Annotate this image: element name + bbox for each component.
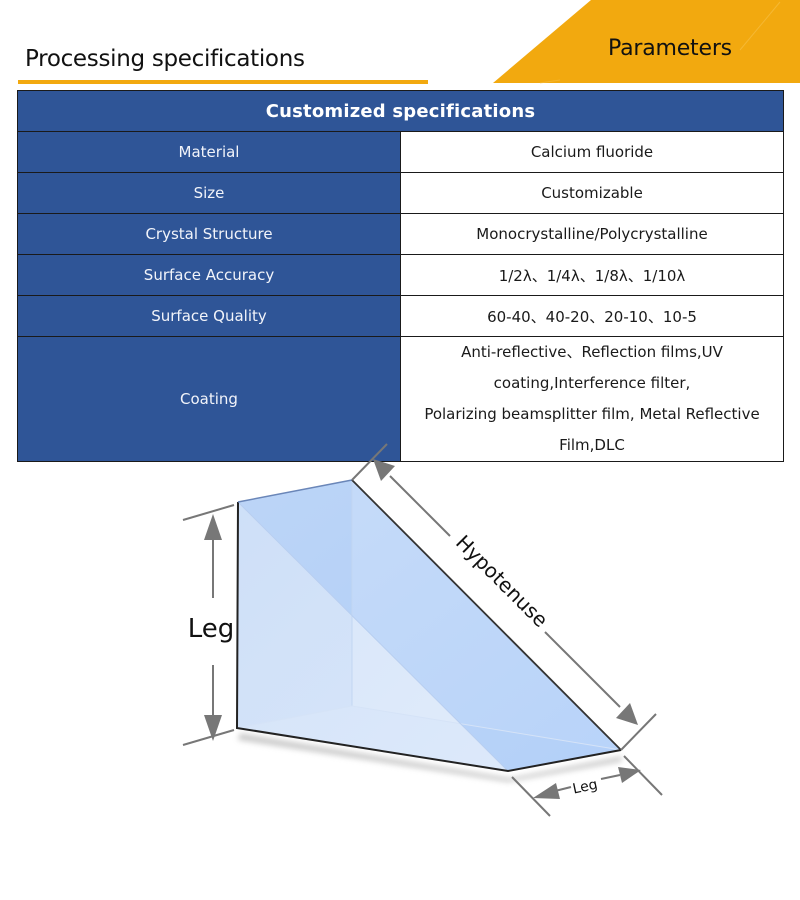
row-key-surface-quality: Surface Quality [17, 295, 401, 337]
header-banner: Processing specifications Parameters [0, 0, 800, 90]
row-value-surface-quality: 60-40、40-20、20-10、10-5 [400, 295, 784, 337]
leg-vertical-label: Leg [188, 614, 235, 644]
row-key-size: Size [17, 172, 401, 214]
row-key-material: Material [17, 131, 401, 173]
table-title: Customized specifications [17, 90, 784, 132]
specifications-table: Customized specifications Material Calci… [17, 90, 784, 462]
row-value-surface-accuracy: 1/2λ、1/4λ、1/8λ、1/10λ [400, 254, 784, 296]
table-row: Crystal Structure Monocrystalline/Polycr… [17, 213, 784, 255]
row-value-material: Calcium fluoride [400, 131, 784, 173]
leg-bottom-label: Leg [571, 777, 599, 798]
section-title: Processing specifications [25, 46, 305, 72]
row-value-crystal-structure: Monocrystalline/Polycrystalline [400, 213, 784, 255]
prism-diagram: Leg Hypotenuse Leg [0, 420, 800, 840]
row-key-surface-accuracy: Surface Accuracy [17, 254, 401, 296]
row-key-crystal-structure: Crystal Structure [17, 213, 401, 255]
table-row: Surface Accuracy 1/2λ、1/4λ、1/8λ、1/10λ [17, 254, 784, 296]
table-row: Surface Quality 60-40、40-20、20-10、10-5 [17, 295, 784, 337]
prism-illustration: Leg Hypotenuse Leg [182, 443, 663, 817]
table-row: Size Customizable [17, 172, 784, 214]
section-title-underline [18, 80, 428, 84]
parameters-tab-label: Parameters [608, 36, 732, 61]
table-row: Material Calcium fluoride [17, 131, 784, 173]
row-value-size: Customizable [400, 172, 784, 214]
coating-line-1: Anti-reflective、Reflection films,UV coat… [461, 343, 723, 392]
